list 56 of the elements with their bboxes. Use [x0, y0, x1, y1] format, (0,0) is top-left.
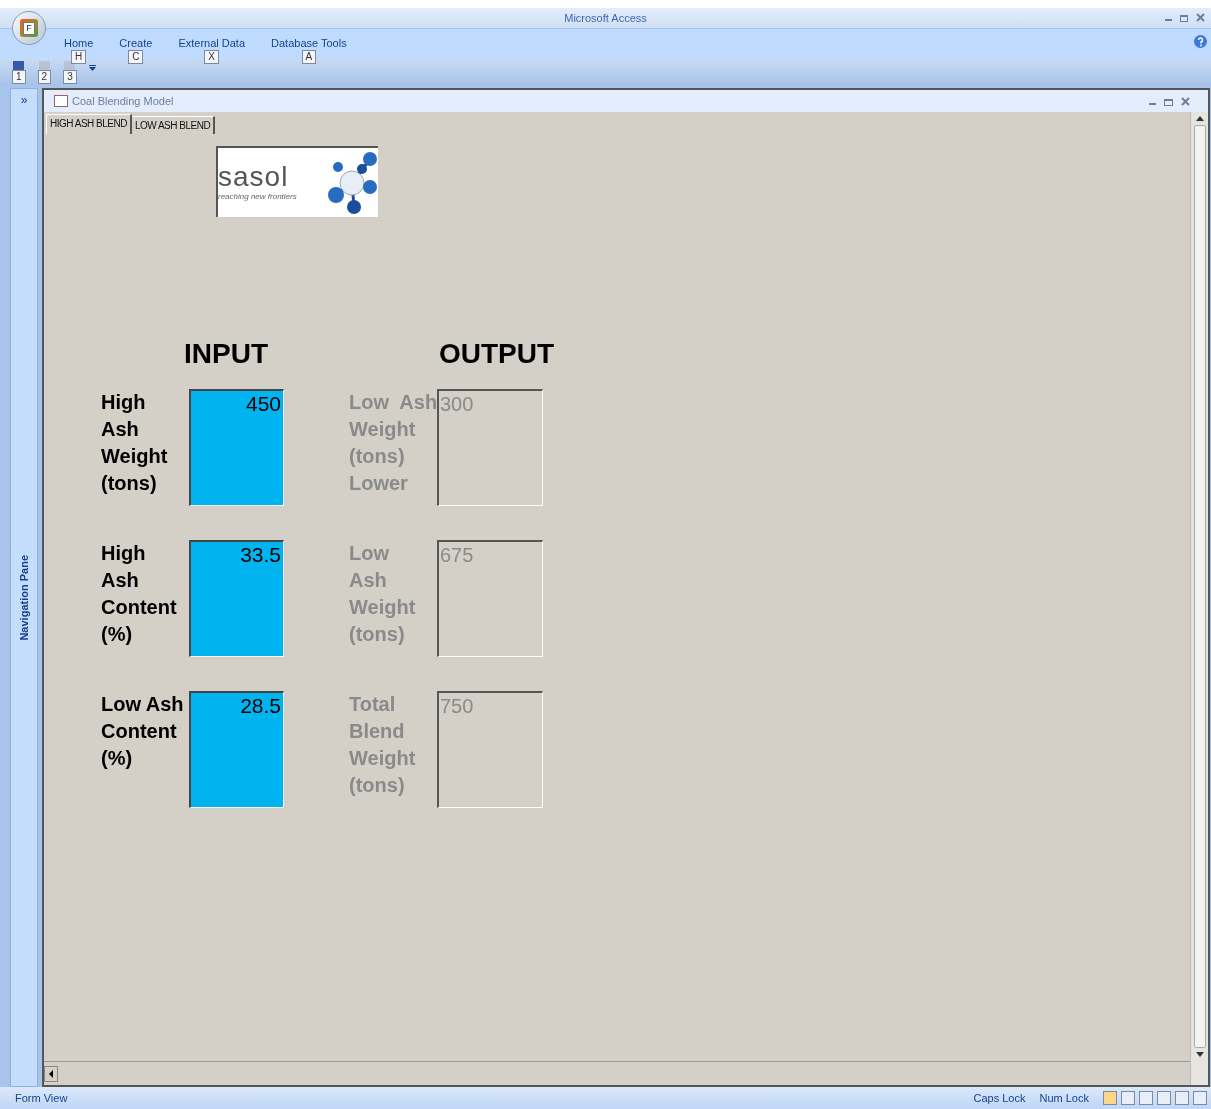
keytip: 1	[12, 70, 26, 84]
keytip: 2	[37, 70, 52, 84]
office-button[interactable]: F	[12, 11, 46, 45]
field-label: Low Ash Weight (tons) Lower	[349, 390, 437, 496]
form-tab[interactable]: LOW ASH BLEND	[131, 116, 216, 134]
field-label: Total Blend Weight (tons)	[349, 692, 417, 798]
status-indicator: Num Lock	[1039, 1090, 1089, 1106]
keytip: H	[71, 50, 87, 64]
expand-button[interactable]: »	[20, 91, 28, 109]
horizontal-scrollbar[interactable]	[44, 1061, 1190, 1085]
ribbon-tab[interactable]: Create	[119, 37, 153, 50]
document-title: Coal Blending Model	[72, 93, 174, 109]
molecule-icon	[326, 150, 378, 215]
status-indicator: Caps Lock	[973, 1090, 1026, 1106]
input-heading: INPUT	[184, 337, 268, 371]
navigation-pane-label: Navigation Pane	[17, 554, 31, 641]
scroll-left-icon[interactable]	[44, 1065, 58, 1082]
restore-icon[interactable]	[1180, 15, 1188, 22]
input-field[interactable]: 450	[189, 389, 284, 506]
keytip: A	[301, 50, 317, 64]
view-icon[interactable]	[1139, 1091, 1153, 1105]
ribbon-tab[interactable]: Home	[64, 37, 94, 50]
scroll-thumb[interactable]	[1193, 125, 1206, 1048]
keytip: C	[128, 50, 144, 64]
keytip: F	[23, 21, 35, 35]
view-icon[interactable]	[1121, 1091, 1135, 1105]
logo-wordmark: sasol	[218, 162, 290, 191]
field-label: High Ash Content (%)	[101, 541, 178, 647]
navigation-pane[interactable]: » Navigation Pane	[10, 88, 38, 1087]
close-icon[interactable]	[1196, 13, 1205, 22]
help-icon[interactable]	[1194, 35, 1207, 48]
scroll-up-icon[interactable]	[1195, 116, 1204, 121]
view-icon[interactable]	[1157, 1091, 1171, 1105]
scroll-down-icon[interactable]	[1195, 1052, 1204, 1057]
customize-icon[interactable]	[88, 65, 96, 71]
ribbon-tab[interactable]: External Data	[178, 37, 246, 50]
ribbon-tab[interactable]: Database Tools	[271, 37, 347, 50]
form-tab[interactable]: HIGH ASH BLEND	[46, 114, 132, 134]
maximize-icon[interactable]	[1164, 99, 1173, 106]
window-title: Microsoft Access	[564, 10, 647, 26]
form-icon	[54, 95, 68, 107]
view-icon[interactable]	[1193, 1091, 1207, 1105]
field-label: Low Ash Content (%)	[101, 692, 185, 771]
keytip: 3	[63, 70, 77, 84]
close-icon[interactable]	[1181, 97, 1190, 106]
output-heading: OUTPUT	[439, 337, 555, 371]
input-field[interactable]: 28.5	[189, 691, 284, 808]
input-field[interactable]: 33.5	[189, 540, 284, 657]
field-label: Low Ash Weight (tons)	[349, 541, 417, 647]
vertical-scrollbar[interactable]	[1190, 112, 1208, 1085]
keytip: X	[204, 50, 220, 64]
view-icon[interactable]	[1175, 1091, 1189, 1105]
logo-tagline: reaching new frontiers	[218, 190, 297, 203]
view-icon[interactable]	[1103, 1091, 1117, 1105]
field-label: High Ash Weight (tons)	[101, 390, 169, 496]
status-mode: Form View	[15, 1090, 68, 1106]
